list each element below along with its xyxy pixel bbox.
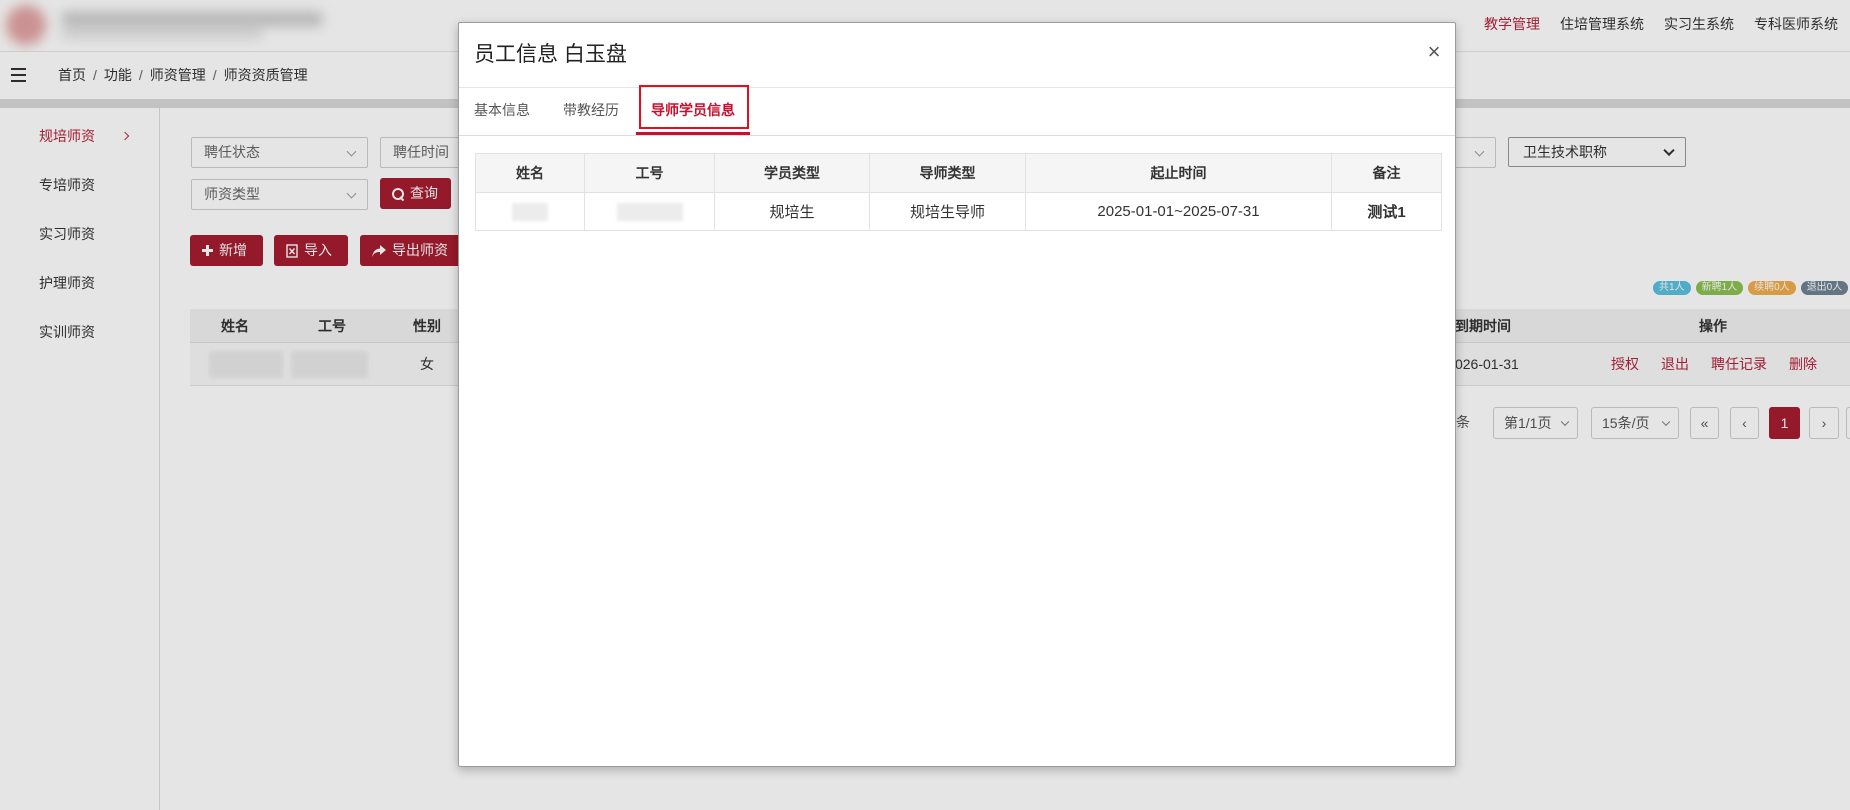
cell-period: 2025-01-01~2025-07-31	[1025, 192, 1332, 231]
cell-note: 测试1	[1331, 192, 1442, 231]
table-header-row: 姓名 工号 学员类型 导师类型 起止时间 备注	[475, 153, 1442, 193]
redacted-id	[616, 202, 683, 221]
cell-id	[584, 192, 715, 231]
modal-title: 员工信息 白玉盘	[474, 43, 627, 66]
column-header-id: 工号	[584, 153, 715, 193]
tab-teaching-history[interactable]: 带教经历	[563, 99, 619, 121]
mentor-student-table: 姓名 工号 学员类型 导师类型 起止时间 备注 规培生 规培生导师 2025-0…	[475, 153, 1442, 231]
cell-mentor-type: 规培生导师	[869, 192, 1026, 231]
page: 教学管理 住培管理系统 实习生系统 专科医师系统 首页 / 功能 / 师资管理 / 师资资质…	[0, 0, 1850, 810]
column-header-period: 起止时间	[1025, 153, 1332, 193]
tab-bar-divider	[459, 135, 1455, 136]
table-row: 规培生 规培生导师 2025-01-01~2025-07-31 测试1	[475, 192, 1442, 231]
close-icon[interactable]: ×	[1423, 37, 1445, 67]
highlight-box	[639, 85, 749, 129]
redacted-name	[512, 202, 548, 221]
cell-name	[475, 192, 585, 231]
column-header-student-type: 学员类型	[714, 153, 870, 193]
employee-info-modal: 员工信息 白玉盘 × 基本信息 带教经历 导师学员信息 姓名 工号 学员类型 导…	[458, 22, 1456, 767]
column-header-name: 姓名	[475, 153, 585, 193]
column-header-mentor-type: 导师类型	[869, 153, 1026, 193]
tab-basic-info[interactable]: 基本信息	[474, 99, 530, 121]
modal-header-divider	[459, 87, 1455, 88]
column-header-note: 备注	[1331, 153, 1442, 193]
cell-student-type: 规培生	[714, 192, 870, 231]
